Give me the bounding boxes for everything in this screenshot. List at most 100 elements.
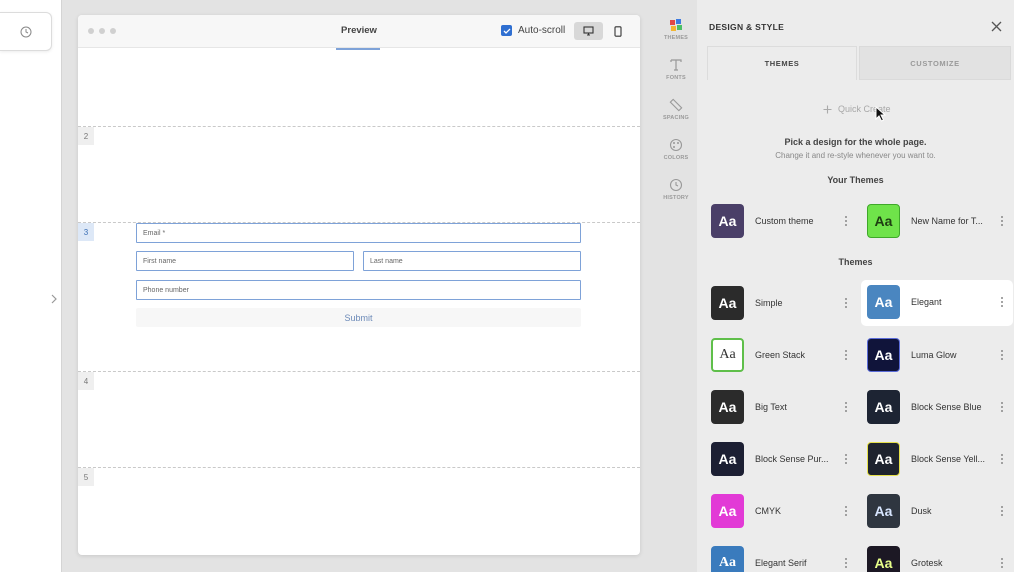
more-icon[interactable]: [843, 348, 849, 362]
history-toggle-button[interactable]: [0, 12, 52, 51]
theme-name: CMYK: [755, 506, 782, 516]
rail-history[interactable]: HISTORY: [657, 178, 695, 212]
close-icon[interactable]: [990, 20, 1002, 32]
more-icon[interactable]: [999, 295, 1005, 309]
theme-swatch: Aa: [867, 338, 900, 372]
section-number: 2: [78, 127, 94, 145]
fonts-icon: [670, 59, 682, 71]
theme-swatch: Aa: [711, 286, 744, 320]
first-name-field[interactable]: First name: [136, 251, 354, 271]
theme-card[interactable]: Aa Block Sense Blue: [855, 385, 1007, 431]
section-number: 3: [78, 223, 94, 241]
panel-title: DESIGN & STYLE: [709, 22, 785, 32]
theme-card[interactable]: Aa Simple: [699, 281, 851, 327]
desktop-icon: [583, 26, 594, 36]
more-icon[interactable]: [843, 214, 849, 228]
theme-name: Block Sense Yell...: [911, 454, 986, 464]
your-themes-heading: Your Themes: [827, 175, 884, 185]
theme-name: Simple: [755, 298, 783, 308]
mobile-view-button[interactable]: [603, 22, 632, 40]
tab-themes[interactable]: THEMES: [707, 46, 857, 80]
phone-field[interactable]: Phone number: [136, 280, 581, 300]
palette-icon: [669, 138, 683, 152]
theme-swatch: Aa: [867, 204, 900, 238]
more-icon[interactable]: [999, 556, 1005, 570]
theme-card-new[interactable]: Aa New Name for T...: [855, 199, 1007, 245]
preview-header: Preview Auto-scroll: [78, 15, 640, 48]
more-icon[interactable]: [999, 504, 1005, 518]
theme-name: Green Stack: [755, 350, 806, 360]
more-icon[interactable]: [999, 214, 1005, 228]
theme-swatch: Aa: [867, 442, 900, 476]
theme-swatch: Aa: [711, 204, 744, 238]
theme-card[interactable]: Aa Elegant Serif: [699, 541, 851, 572]
theme-card[interactable]: Aa Block Sense Yell...: [855, 437, 1007, 483]
more-icon[interactable]: [843, 504, 849, 518]
desktop-view-button[interactable]: [574, 22, 603, 40]
expand-arrow-icon[interactable]: [48, 291, 60, 307]
theme-card[interactable]: Aa CMYK: [699, 489, 851, 535]
last-name-field[interactable]: Last name: [363, 251, 581, 271]
submit-button[interactable]: Submit: [136, 308, 581, 327]
theme-card-custom[interactable]: Aa Custom theme: [699, 199, 851, 245]
theme-swatch: Aa: [711, 338, 744, 372]
check-icon: [503, 28, 510, 34]
theme-swatch: Aa: [711, 494, 744, 528]
theme-swatch: Aa: [867, 285, 900, 319]
theme-name: Luma Glow: [911, 350, 957, 360]
theme-card[interactable]: Aa Green Stack: [699, 333, 851, 379]
section-number: 5: [78, 468, 94, 486]
rail-history-label: HISTORY: [663, 195, 689, 201]
theme-card[interactable]: Aa Block Sense Pur...: [699, 437, 851, 483]
mouse-cursor-icon: [875, 105, 887, 127]
theme-name: Dusk: [911, 506, 932, 516]
autoscroll-toggle[interactable]: Auto-scroll: [501, 25, 565, 36]
theme-card[interactable]: Aa Grotesk: [855, 541, 1007, 572]
theme-swatch: Aa: [867, 390, 900, 424]
rail-colors[interactable]: COLORS: [657, 138, 695, 172]
theme-swatch: Aa: [711, 390, 744, 424]
themes-heading: Themes: [838, 257, 873, 267]
theme-name: Block Sense Blue: [911, 402, 982, 412]
more-icon[interactable]: [843, 296, 849, 310]
section-number: 4: [78, 372, 94, 390]
more-icon[interactable]: [999, 452, 1005, 466]
theme-card-selected[interactable]: Aa Elegant: [861, 280, 1013, 326]
left-sidebar: [0, 0, 62, 572]
theme-name: Big Text: [755, 402, 787, 412]
theme-swatch: Aa: [867, 494, 900, 528]
theme-name: Elegant: [911, 297, 942, 307]
more-icon[interactable]: [843, 556, 849, 570]
page-section[interactable]: 2: [78, 126, 640, 222]
theme-card[interactable]: Aa Dusk: [855, 489, 1007, 535]
rail-colors-label: COLORS: [663, 155, 689, 161]
theme-card[interactable]: Aa Big Text: [699, 385, 851, 431]
themes-icon: [670, 19, 682, 31]
tab-customize[interactable]: CUSTOMIZE: [859, 46, 1011, 80]
theme-name: Elegant Serif: [755, 558, 807, 568]
more-icon[interactable]: [843, 452, 849, 466]
clock-icon: [20, 26, 31, 37]
more-icon[interactable]: [843, 400, 849, 414]
more-icon[interactable]: [999, 348, 1005, 362]
design-style-panel: DESIGN & STYLE THEMES CUSTOMIZE Quick Cr…: [697, 0, 1014, 572]
clock-icon: [669, 178, 683, 192]
theme-swatch: Aa: [711, 546, 744, 572]
page-section-form[interactable]: 3 Email * First name Last name Phone num…: [78, 222, 640, 371]
page-section[interactable]: 4: [78, 371, 640, 467]
theme-swatch: Aa: [711, 442, 744, 476]
email-field[interactable]: Email *: [136, 223, 581, 243]
theme-name: Grotesk: [911, 558, 943, 568]
autoscroll-checkbox[interactable]: [501, 25, 512, 36]
rail-spacing-label: SPACING: [662, 115, 690, 121]
theme-swatch: Aa: [867, 546, 900, 572]
ruler-icon: [669, 98, 683, 112]
page-section[interactable]: 5: [78, 467, 640, 555]
preview-window: Preview Auto-scroll 2 3 Email * First na…: [78, 15, 640, 555]
more-icon[interactable]: [999, 400, 1005, 414]
rail-fonts[interactable]: FONTS: [657, 58, 695, 92]
theme-card[interactable]: Aa Luma Glow: [855, 333, 1007, 379]
rail-spacing[interactable]: SPACING: [657, 98, 695, 132]
theme-name: Block Sense Pur...: [755, 454, 829, 464]
rail-themes[interactable]: THEMES: [657, 18, 695, 52]
